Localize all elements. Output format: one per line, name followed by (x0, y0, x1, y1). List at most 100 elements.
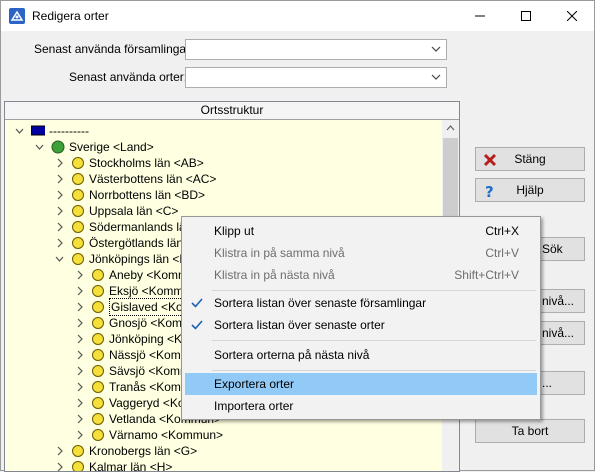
place-node-icon (92, 413, 104, 425)
menu-item-paste-same-level[interactable]: Klistra in på samma nivå Ctrl+V (185, 242, 537, 264)
chevron-down-icon[interactable] (35, 139, 44, 155)
place-node-icon (92, 301, 104, 313)
checkmark-icon (191, 320, 203, 330)
menu-item-shortcut: Ctrl+V (485, 246, 519, 260)
place-node-icon (92, 365, 104, 377)
place-node-icon (72, 253, 84, 265)
menu-item-label: Sortera listan över senaste orter (214, 318, 385, 332)
menu-item-sort-recent-parishes[interactable]: Sortera listan över senaste församlingar (185, 292, 537, 314)
chevron-right-icon[interactable] (75, 395, 84, 411)
delete-button-label: Ta bort (511, 424, 549, 438)
chevron-right-icon[interactable] (55, 187, 64, 203)
chevron-right-icon[interactable] (55, 155, 64, 171)
chevron-down-icon (431, 74, 441, 80)
menu-item-label: Importera orter (214, 399, 294, 413)
scroll-up-button[interactable] (442, 120, 459, 137)
recent-parishes-label: Senast använda församlingar: (34, 42, 194, 56)
menu-item-label: Sortera listan över senaste församlingar (214, 296, 427, 310)
chevron-right-icon[interactable] (55, 459, 64, 471)
menu-item-export-places[interactable]: Exportera orter (185, 373, 537, 395)
title-bar[interactable]: Redigera orter (1, 1, 594, 31)
chevron-up-icon (446, 125, 455, 131)
recent-parishes-combo[interactable] (185, 39, 447, 60)
close-button[interactable]: Stäng (475, 147, 585, 171)
chevron-right-icon[interactable] (55, 219, 64, 235)
chevron-right-icon[interactable] (75, 411, 84, 427)
tree-node-label: Västerbottens län <AC> (89, 172, 217, 186)
chevron-right-icon[interactable] (75, 267, 84, 283)
menu-item-label: Klipp ut (214, 224, 255, 238)
place-node-icon (92, 381, 104, 393)
menu-item-cut[interactable]: Klipp ut Ctrl+X (185, 220, 537, 242)
place-node-icon (72, 461, 84, 471)
chevron-right-icon[interactable] (75, 331, 84, 347)
chevron-right-icon[interactable] (75, 315, 84, 331)
tree-node[interactable]: Västerbottens län <AC> (5, 171, 442, 187)
place-node-icon (72, 445, 84, 457)
tree-node-label: Kalmar län <H> (89, 460, 173, 471)
close-window-button[interactable] (549, 1, 595, 31)
chevron-right-icon[interactable] (75, 379, 84, 395)
svg-text:?: ? (485, 183, 494, 199)
tree-node-label: ---------- (49, 124, 89, 138)
new-level-button-2-label: nivå... (542, 326, 575, 340)
minimize-button[interactable] (457, 1, 503, 31)
chevron-right-icon[interactable] (75, 283, 84, 299)
chevron-down-icon[interactable] (15, 123, 24, 139)
close-icon (566, 10, 578, 22)
delete-button[interactable]: Ta bort (475, 419, 585, 443)
chevron-right-icon[interactable] (55, 203, 64, 219)
menu-item-shortcut: Ctrl+X (485, 224, 519, 238)
place-node-icon (92, 317, 104, 329)
chevron-right-icon[interactable] (55, 235, 64, 251)
menu-item-sort-recent-places[interactable]: Sortera listan över senaste orter (185, 314, 537, 336)
app-icon (9, 8, 25, 24)
tree-node[interactable]: Kronobergs län <G> (5, 443, 442, 459)
menu-item-label: Klistra in på samma nivå (214, 246, 345, 260)
edit-button-label: ... (542, 376, 553, 390)
place-node-icon (72, 221, 84, 233)
menu-separator (212, 290, 536, 291)
chevron-right-icon[interactable] (75, 363, 84, 379)
chevron-right-icon[interactable] (75, 427, 84, 443)
place-node-icon (92, 429, 104, 441)
help-button[interactable]: ? Hjälp (475, 178, 585, 202)
tree-node[interactable]: Sverige <Land> (5, 139, 442, 155)
help-icon: ? (485, 183, 494, 199)
chevron-down-icon[interactable] (55, 251, 64, 267)
chevron-right-icon[interactable] (55, 443, 64, 459)
place-node-icon (72, 189, 84, 201)
place-node-icon (72, 237, 84, 249)
menu-item-paste-next-level[interactable]: Klistra in på nästa nivå Shift+Ctrl+V (185, 264, 537, 286)
chevron-right-icon[interactable] (75, 299, 84, 315)
recent-places-label: Senast använda orter: (69, 70, 188, 84)
window-title: Redigera orter (32, 9, 109, 23)
tree-node[interactable]: Stockholms län <AB> (5, 155, 442, 171)
tree-node[interactable]: Kalmar län <H> (5, 459, 442, 471)
tree-node[interactable]: ---------- (5, 123, 442, 139)
flag-icon (31, 125, 45, 136)
chevron-right-icon[interactable] (55, 171, 64, 187)
tree-node[interactable]: Värnamo <Kommun> (5, 427, 442, 443)
place-node-icon (72, 157, 84, 169)
menu-separator (212, 340, 536, 341)
recent-places-combo[interactable] (185, 67, 447, 88)
maximize-button[interactable] (503, 1, 549, 31)
tree-node-label: Gnosjö <Komm (109, 316, 193, 330)
place-node-icon (92, 349, 104, 361)
menu-item-import-places[interactable]: Importera orter (185, 395, 537, 417)
tree-node[interactable]: Norrbottens län <BD> (5, 187, 442, 203)
menu-item-sort-next-level[interactable]: Sortera orterna på nästa nivå (185, 344, 537, 366)
tree-node-label: Norrbottens län <BD> (89, 188, 206, 202)
tree-node-label: Jönköpings län <F (89, 252, 187, 266)
red-x-icon (483, 153, 497, 167)
tree-node-label: Östergötlands län (89, 236, 184, 250)
place-node-icon (92, 269, 104, 281)
place-node-icon (72, 205, 84, 217)
search-button-label: Sök (542, 242, 563, 256)
menu-item-label: Sortera orterna på nästa nivå (214, 348, 370, 362)
help-button-label: Hjälp (516, 183, 544, 197)
chevron-right-icon[interactable] (75, 347, 84, 363)
tree-node-label: Kronobergs län <G> (89, 444, 198, 458)
checkmark-icon (191, 298, 203, 308)
